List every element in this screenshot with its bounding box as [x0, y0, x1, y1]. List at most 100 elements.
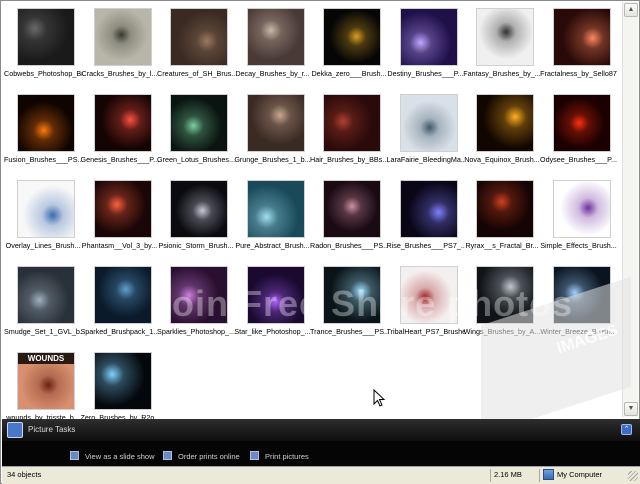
- thumbnail-item[interactable]: Smudge_Set_1_GVL_b...: [4, 263, 82, 349]
- thumbnail-image[interactable]: [246, 8, 305, 66]
- thumbnail-caption: Overlay_Lines_Brush...: [5, 241, 81, 250]
- thumbnail-art: [476, 94, 534, 152]
- thumbnail-image[interactable]: [246, 94, 305, 152]
- thumbnail-item[interactable]: Fractalness_by_Sello87: [540, 5, 617, 91]
- thumbnail-item[interactable]: Overlay_Lines_Brush...: [4, 177, 80, 263]
- thumbnail-art: [399, 180, 458, 238]
- print-pictures-link[interactable]: Print pictures: [250, 451, 309, 461]
- thumbnail-item[interactable]: Hair_Brushes_by_BBs...: [310, 91, 388, 177]
- thumbnail-item[interactable]: Cracks_Brushes_by_l...: [81, 5, 157, 91]
- thumbnail-caption: Ryrax__s_Fractal_Br...: [465, 241, 539, 250]
- thumbnail-image[interactable]: [170, 8, 228, 66]
- thumbnail-art: [246, 180, 305, 238]
- thumbnail-art: [93, 180, 152, 238]
- thumbnail-item[interactable]: Cobwebs_Photoshop_Brushes_by_redheadstoc…: [4, 5, 82, 91]
- order-prints-link[interactable]: Order prints online: [163, 451, 240, 461]
- thumbnail-item[interactable]: Radon_Brushes___PS...: [310, 177, 388, 263]
- location-label: My Computer: [557, 470, 603, 479]
- thumbnail-art: [552, 8, 611, 66]
- thumbnail-art: [552, 180, 611, 238]
- resize-grip[interactable]: [628, 471, 638, 481]
- thumbnail-item[interactable]: Destiny_Brushes___P...: [387, 5, 464, 91]
- thumbnail-image[interactable]: [17, 266, 75, 324]
- thumbnail-image[interactable]: [93, 180, 152, 238]
- thumbnail-art: [323, 8, 381, 66]
- status-separator: [490, 469, 491, 482]
- picture-tasks-icon: [7, 422, 23, 438]
- thumbnail-image[interactable]: [323, 8, 381, 66]
- thumbnail-item[interactable]: Decay_Brushes_by_r...: [234, 5, 310, 91]
- thumbnail-image[interactable]: [93, 352, 152, 410]
- thumbnail-item[interactable]: Fantasy_Brushes_by_...: [463, 5, 541, 91]
- explorer-window: Cobwebs_Photoshop_Brushes_by_redheadstoc…: [0, 0, 640, 484]
- thumbnail-image[interactable]: [476, 8, 534, 66]
- thumbnail-item[interactable]: Simple_Effects_Brush...: [540, 177, 617, 263]
- thumbnail-image[interactable]: [246, 180, 305, 238]
- computer-icon: [543, 469, 554, 480]
- thumbnail-image[interactable]: [93, 8, 152, 66]
- thumbnail-caption: Phantasm__Vol_3_by...: [81, 241, 158, 250]
- status-separator: [539, 469, 540, 482]
- thumbnail-caption: Trance_Brushes___PS...: [310, 327, 388, 336]
- thumbnail-caption: Dekka_zero___Brush...: [311, 69, 387, 78]
- thumbnail-art: [476, 8, 534, 66]
- thumbnail-image[interactable]: [476, 180, 534, 238]
- thumbnail-caption: Hair_Brushes_by_BBs...: [310, 155, 388, 164]
- thumbnail-image[interactable]: [170, 94, 228, 152]
- thumbnail-item[interactable]: Odysee_Brushes___P...: [540, 91, 617, 177]
- thumbnail-image[interactable]: [170, 180, 228, 238]
- thumbnail-image[interactable]: [17, 8, 75, 66]
- thumbnail-image[interactable]: [323, 94, 381, 152]
- thumbnail-caption: Simple_Effects_Brush...: [540, 241, 617, 250]
- thumbnail-art: [399, 94, 458, 152]
- thumbnail-caption: Rise_Brushes___PS7_...: [386, 241, 465, 250]
- thumbnail-item[interactable]: Nova_Equinox_Brush...: [463, 91, 540, 177]
- thumbnail-image[interactable]: [93, 94, 152, 152]
- thumbnail-item[interactable]: Rise_Brushes___PS7_...: [386, 177, 465, 263]
- order-prints-link-label: Order prints online: [178, 452, 240, 461]
- watermark-text: Join Free Share photos: [151, 283, 574, 324]
- thumbnail-item[interactable]: Creatures_of_SH_Brus...: [157, 5, 235, 91]
- thumbnail-caption: Fusion_Brushes___PS...: [4, 155, 82, 164]
- thumbnail-art: [93, 352, 152, 410]
- scroll-up-button[interactable]: ▲: [624, 3, 638, 17]
- thumbnail-image[interactable]: [476, 94, 534, 152]
- thumbnail-image[interactable]: [17, 94, 75, 152]
- thumbnail-caption: Star_like_Photoshop_...: [234, 327, 311, 336]
- thumbnail-image[interactable]: [552, 8, 611, 66]
- thumbnail-caption: Smudge_Set_1_GVL_b...: [4, 327, 82, 336]
- scroll-down-button[interactable]: ▼: [624, 402, 638, 416]
- thumbnail-item[interactable]: LaraFairie_BleedingMa...: [387, 91, 465, 177]
- thumbnail-image[interactable]: [323, 180, 381, 238]
- thumbnail-image[interactable]: [552, 94, 611, 152]
- thumbnail-art: [323, 180, 381, 238]
- thumbnail-image[interactable]: [93, 266, 152, 324]
- thumbnail-art: [170, 94, 228, 152]
- thumbnail-caption: Genesis_Brushes___P...: [80, 155, 159, 164]
- slideshow-link[interactable]: View as a slide show: [70, 451, 154, 461]
- thumbnail-image[interactable]: [552, 180, 611, 238]
- thumbnail-item[interactable]: Sparked_Brushpack_1...: [81, 263, 159, 349]
- thumbnail-item[interactable]: Dekka_zero___Brush...: [310, 5, 387, 91]
- thumbnail-item[interactable]: Genesis_Brushes___P...: [80, 91, 159, 177]
- thumbnail-item[interactable]: Phantasm__Vol_3_by...: [81, 177, 157, 263]
- thumbnail-item[interactable]: Grunge_Brushes_1_b...: [234, 91, 311, 177]
- thumbnail-image[interactable]: [17, 180, 75, 238]
- thumbnail-image[interactable]: WOUNDS: [17, 352, 75, 410]
- picture-tasks-header[interactable]: Picture Tasks ⌃: [2, 419, 640, 441]
- thumbnail-item[interactable]: Ryrax__s_Fractal_Br...: [463, 177, 539, 263]
- thumbnail-image[interactable]: [399, 180, 458, 238]
- collapse-icon[interactable]: ⌃: [621, 424, 632, 435]
- printer-icon: [250, 451, 259, 460]
- thumbnail-item[interactable]: Pure_Abstract_Brush...: [234, 177, 310, 263]
- thumbnail-caption: Nova_Equinox_Brush...: [464, 155, 540, 164]
- object-count: 34 objects: [7, 470, 42, 479]
- thumbnail-item[interactable]: Green_Lotus_Brushes...: [157, 91, 235, 177]
- thumbnail-item[interactable]: Psionic_Storm_Brush...: [157, 177, 234, 263]
- thumbnail-image[interactable]: [399, 8, 458, 66]
- thumbnail-image[interactable]: [399, 94, 458, 152]
- thumbnail-caption: Odysee_Brushes___P...: [540, 155, 617, 164]
- picture-tasks-title: Picture Tasks: [28, 425, 76, 434]
- thumbnail-item[interactable]: Fusion_Brushes___PS...: [4, 91, 82, 177]
- thumbnail-art: WOUNDS: [17, 352, 75, 410]
